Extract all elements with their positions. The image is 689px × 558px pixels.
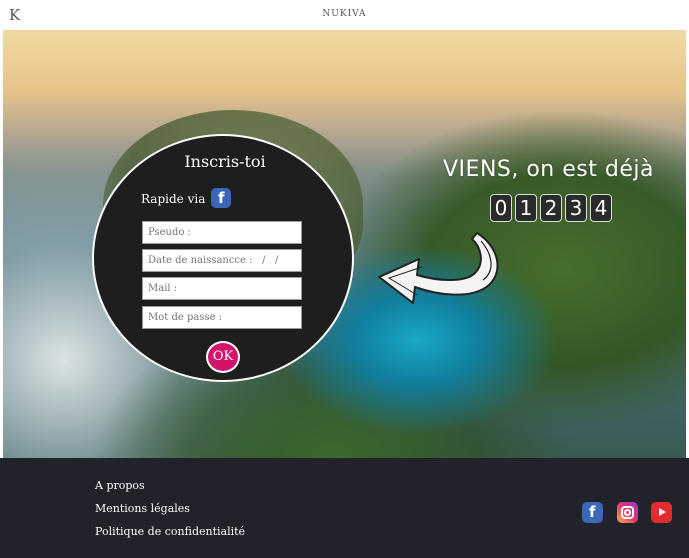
arrow-icon <box>378 232 499 304</box>
member-counter: 0 1 2 3 4 <box>490 194 612 222</box>
hero-headline: VIENS, on est déjà <box>443 157 654 182</box>
counter-digit: 2 <box>540 194 562 222</box>
pseudo-input[interactable] <box>142 221 302 244</box>
birthdate-input[interactable] <box>142 249 302 272</box>
footer-link-privacy[interactable]: Politique de confidentialité <box>95 525 245 538</box>
rapide-label: Rapide via <box>141 192 206 206</box>
counter-digit: 3 <box>565 194 587 222</box>
youtube-icon[interactable] <box>651 502 672 523</box>
hero-banner: Inscris-toi Rapide via f OK VIENS, on es… <box>3 30 686 458</box>
counter-digit: 1 <box>515 194 537 222</box>
mail-input[interactable] <box>142 277 302 300</box>
facebook-icon[interactable]: f <box>582 502 603 523</box>
top-bar: K NUKIVA <box>0 0 689 30</box>
footer-link-about[interactable]: A propos <box>95 479 145 492</box>
signup-form: Inscris-toi Rapide via f OK <box>92 134 354 382</box>
ok-button[interactable]: OK <box>206 341 240 373</box>
brand-title: NUKIVA <box>322 9 367 19</box>
instagram-icon[interactable] <box>617 502 638 523</box>
password-input[interactable] <box>142 306 302 329</box>
facebook-icon[interactable]: f <box>211 188 231 208</box>
counter-digit: 0 <box>490 194 512 222</box>
counter-digit: 4 <box>590 194 612 222</box>
form-title: Inscris-toi <box>184 152 266 171</box>
footer-link-legal[interactable]: Mentions légales <box>95 502 190 515</box>
